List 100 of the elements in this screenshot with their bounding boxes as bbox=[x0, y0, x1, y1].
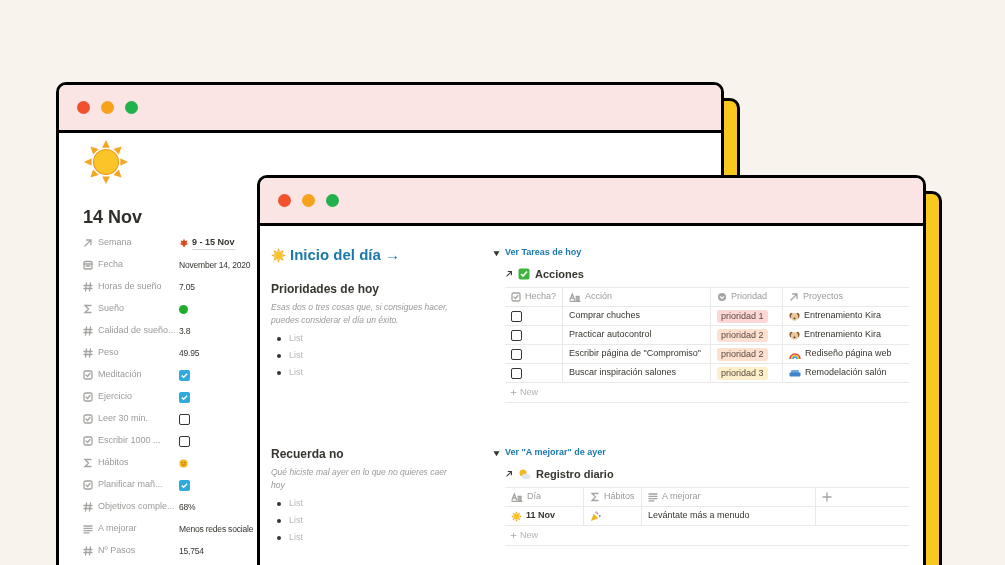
column-label: A mejorar bbox=[662, 490, 701, 504]
database-title: Registro diario bbox=[536, 466, 614, 482]
plus-icon bbox=[510, 389, 517, 396]
property-value: 68% bbox=[179, 500, 196, 514]
property-label: Sueño bbox=[98, 302, 125, 316]
minimize-button[interactable] bbox=[302, 194, 315, 207]
checkbox[interactable] bbox=[179, 413, 190, 425]
checkbox-icon bbox=[83, 436, 93, 446]
hash-icon bbox=[83, 502, 93, 512]
column-label: Prioridad bbox=[731, 290, 768, 304]
arrow-icon bbox=[505, 470, 513, 478]
property-label: Horas de sueño bbox=[98, 280, 162, 294]
page-link[interactable]: Rediseño página web bbox=[805, 347, 892, 361]
section-heading: Recuerda no bbox=[271, 446, 345, 463]
close-button[interactable] bbox=[278, 194, 291, 207]
hint-text: Qué hiciste mal ayer en lo que no quieres caer hoy bbox=[271, 466, 448, 492]
hash-icon bbox=[83, 326, 93, 336]
column-label: Proyectos bbox=[803, 290, 844, 304]
property-value: November 14, 2020 bbox=[179, 258, 251, 272]
checkbox[interactable] bbox=[179, 391, 190, 403]
select-icon bbox=[717, 292, 727, 302]
property-label: Hábitos bbox=[98, 456, 129, 470]
bullet-icon bbox=[277, 353, 281, 358]
property-label: Peso bbox=[98, 346, 119, 360]
page-link[interactable]: Entrenamiento Kira bbox=[804, 328, 882, 342]
arrow-icon bbox=[83, 238, 93, 248]
property-label: Semana bbox=[98, 236, 132, 250]
checkbox[interactable] bbox=[179, 479, 190, 491]
list-item-input[interactable]: List bbox=[289, 496, 439, 511]
checkbox[interactable] bbox=[511, 367, 522, 379]
property-label: A mejorar bbox=[98, 522, 137, 536]
checkbox[interactable] bbox=[511, 348, 522, 360]
bullet-icon bbox=[277, 518, 281, 523]
toggle-link[interactable]: Ver "A mejorar" de ayer bbox=[505, 446, 606, 460]
hash-icon bbox=[83, 546, 93, 556]
property-value: 7.05 bbox=[179, 280, 195, 294]
hash-icon bbox=[83, 348, 93, 358]
hint-text: Esas dos o tres cosas que, si consigues hacer, puedes considerar el día un éxito. bbox=[271, 301, 449, 327]
minimize-button[interactable] bbox=[101, 101, 114, 114]
sigma-icon bbox=[590, 492, 600, 502]
property-label: Planificar mañ... bbox=[98, 478, 163, 492]
title-icon bbox=[569, 292, 581, 302]
sigma-icon bbox=[83, 304, 93, 314]
property-value: Menos redes sociale bbox=[179, 522, 254, 536]
sofa-icon bbox=[789, 368, 801, 378]
close-button[interactable] bbox=[77, 101, 90, 114]
hash-icon bbox=[83, 282, 93, 292]
plus-icon bbox=[822, 492, 832, 502]
list-item-input[interactable]: List bbox=[289, 365, 439, 380]
checkbox-icon bbox=[83, 414, 93, 424]
toggle-icon[interactable] bbox=[493, 449, 500, 457]
sigma-icon bbox=[83, 458, 93, 468]
checkbox[interactable] bbox=[179, 435, 190, 447]
checkbox-icon bbox=[511, 292, 521, 302]
checkbox-icon bbox=[83, 480, 93, 490]
priority-tag: prioridad 1 bbox=[717, 309, 768, 323]
relation-link[interactable]: 9 - 15 Nov bbox=[192, 235, 235, 251]
calendar-icon bbox=[83, 260, 93, 270]
bullet-icon bbox=[277, 370, 281, 375]
property-label: Leer 30 min. bbox=[98, 412, 149, 426]
checkbox[interactable] bbox=[511, 310, 522, 322]
page-link[interactable]: 11 Nov bbox=[526, 509, 556, 523]
page-link[interactable]: Entrenamiento Kira bbox=[804, 309, 882, 323]
bullet-icon bbox=[277, 535, 281, 540]
zoom-button[interactable] bbox=[125, 101, 138, 114]
property-label: Objetivos comple... bbox=[98, 500, 175, 514]
page-link[interactable]: Remodelación salón bbox=[805, 366, 887, 380]
priority-tag: prioridad 2 bbox=[717, 328, 768, 342]
checkbox-icon bbox=[83, 370, 93, 380]
property-label: Escribir 1000 ... bbox=[98, 434, 161, 448]
toggle-link[interactable]: Ver Tareas de hoy bbox=[505, 246, 582, 260]
priority-tag: prioridad 2 bbox=[717, 347, 768, 361]
property-label: Ejercicio bbox=[98, 390, 132, 404]
list-item-input[interactable]: List bbox=[289, 530, 439, 545]
property-label: Calidad de sueño... bbox=[98, 324, 176, 338]
plus-icon bbox=[510, 532, 517, 539]
property-label: Meditación bbox=[98, 368, 142, 382]
list-item-input[interactable]: List bbox=[289, 348, 439, 363]
cell-text: Buscar inspiración salones bbox=[569, 366, 677, 380]
sun-cloud-icon bbox=[518, 468, 531, 480]
dog-icon bbox=[789, 329, 800, 341]
arrow-icon bbox=[789, 292, 799, 302]
zoom-button[interactable] bbox=[326, 194, 339, 207]
arrow-icon bbox=[505, 270, 513, 278]
checkbox[interactable] bbox=[511, 329, 522, 341]
property-label: Nº Pasos bbox=[98, 544, 136, 558]
checkbox[interactable] bbox=[179, 369, 190, 381]
page-link[interactable]: Inicio del día → bbox=[290, 243, 401, 267]
column-label: Hábitos bbox=[604, 490, 635, 504]
smiley-icon bbox=[179, 458, 188, 468]
property-value: 3.8 bbox=[179, 324, 191, 338]
page-title: 14 Nov bbox=[83, 206, 144, 229]
bullet-icon bbox=[277, 336, 281, 341]
property-value: 15,754 bbox=[179, 544, 204, 558]
list-item-input[interactable]: List bbox=[289, 513, 439, 528]
toggle-icon[interactable] bbox=[493, 249, 500, 257]
dog-icon bbox=[789, 310, 800, 322]
text-lines-icon bbox=[648, 492, 658, 502]
bullet-icon bbox=[277, 501, 281, 506]
list-item-input[interactable]: List bbox=[289, 331, 439, 346]
